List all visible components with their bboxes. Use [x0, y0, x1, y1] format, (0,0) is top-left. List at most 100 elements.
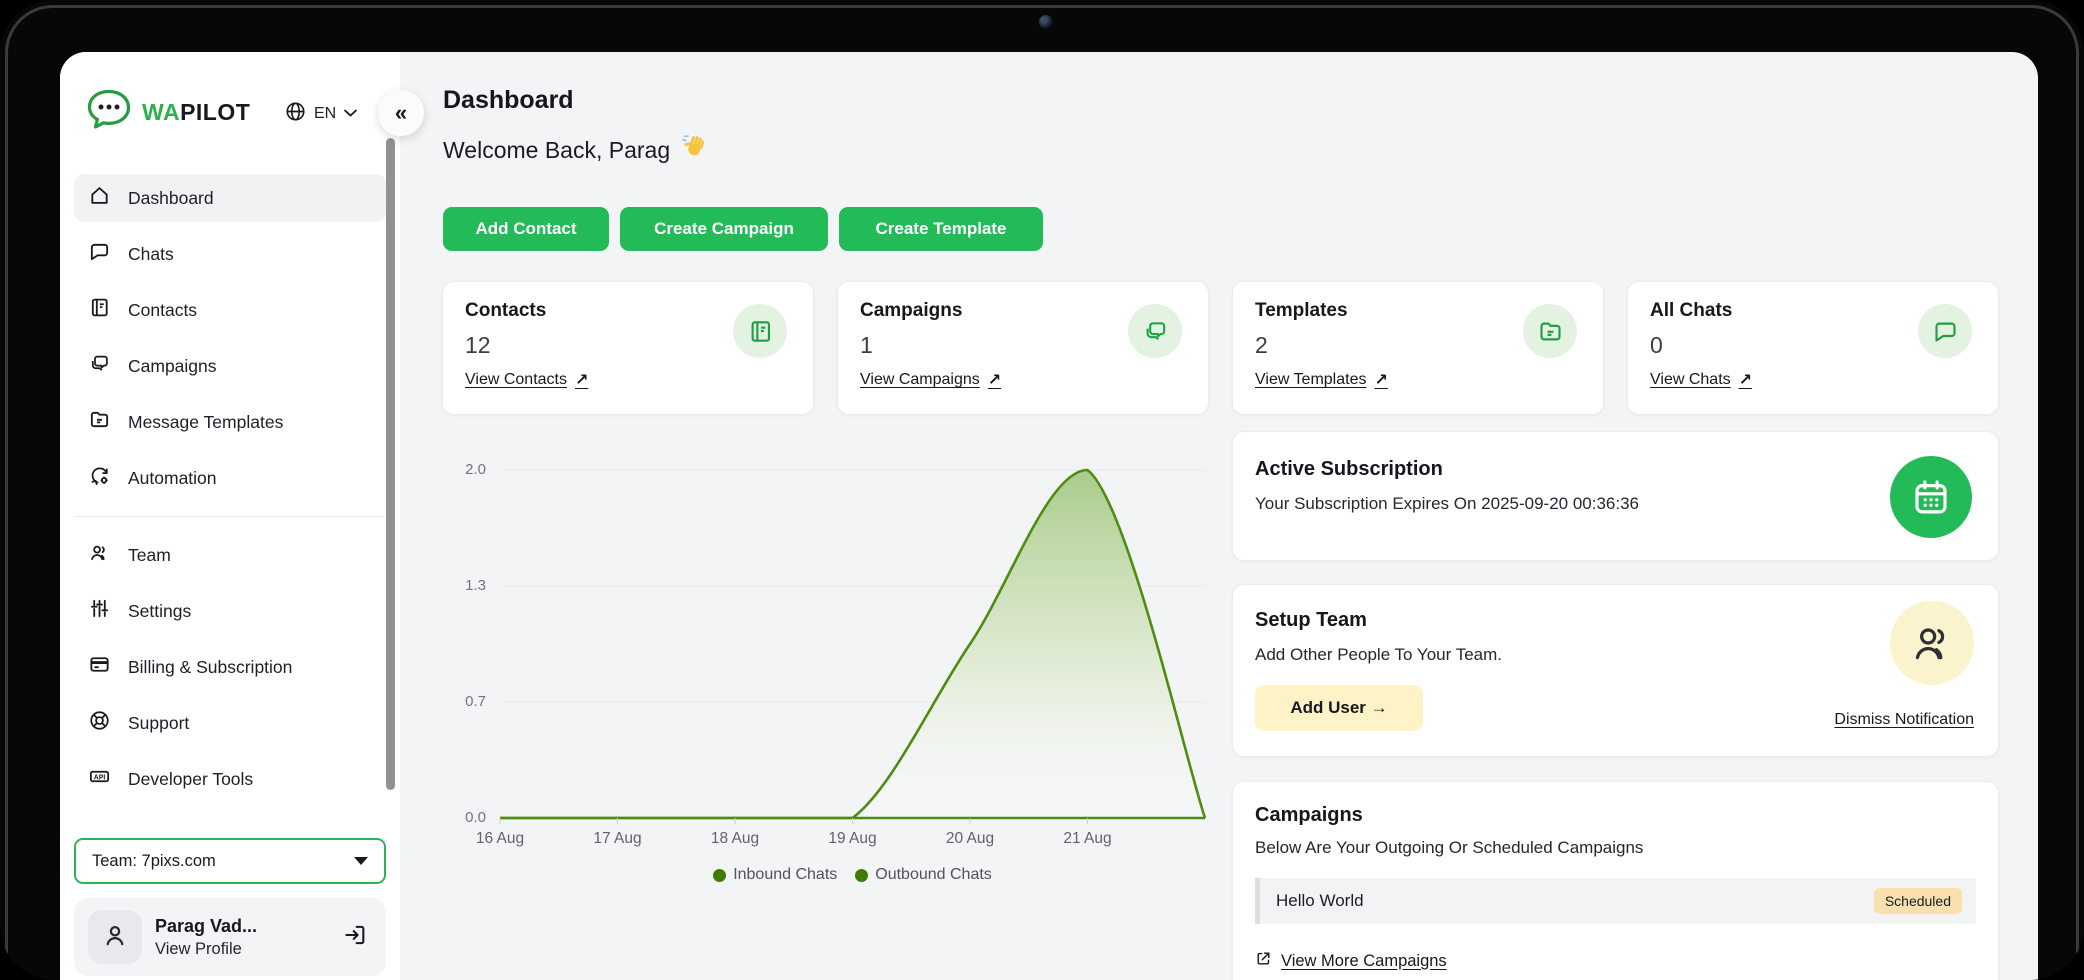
link-text: View Chats — [1650, 371, 1731, 389]
x-axis-label: 17 Aug — [570, 830, 666, 848]
sidebar: WAPILOT EN « — [60, 52, 400, 980]
brand-logo: WAPILOT — [84, 85, 250, 139]
create-template-button[interactable]: Create Template — [839, 207, 1043, 251]
x-axis-label: 21 Aug — [1040, 830, 1136, 848]
status-badge: Scheduled — [1874, 888, 1962, 914]
x-axis-label: 20 Aug — [922, 830, 1018, 848]
people-pair-icon — [1890, 601, 1974, 685]
sidebar-nav: Dashboard Chats Contacts — [74, 174, 386, 811]
welcome-text: Welcome Back, Parag — [443, 137, 670, 164]
sidebar-item-settings[interactable]: Settings — [74, 587, 386, 635]
arrow-ne-icon: ↗ — [988, 370, 1001, 390]
logout-icon[interactable] — [342, 922, 368, 953]
page-title: Dashboard — [443, 86, 574, 115]
legend-label: Outbound Chats — [875, 866, 992, 884]
stat-title: Contacts — [465, 300, 546, 322]
calendar-icon — [1890, 456, 1972, 538]
legend-item-inbound-chats[interactable]: Inbound Chats — [713, 866, 837, 884]
profile-name: Parag Vad... — [155, 916, 342, 937]
device-camera — [1039, 15, 1053, 29]
sidebar-collapse-button[interactable]: « — [378, 90, 424, 136]
dismiss-notification-link[interactable]: Dismiss Notification — [1834, 711, 1974, 729]
campaigns-title: Campaigns — [1255, 804, 1363, 827]
sidebar-item-automation[interactable]: Automation — [74, 454, 386, 502]
stat-card-contacts: Contacts 12 View Contacts↗ — [442, 281, 814, 415]
setup-team-panel: Setup Team Add Other People To Your Team… — [1232, 584, 1999, 757]
view-chats-link[interactable]: View Chats ↗ — [1650, 370, 1752, 390]
chat-bubble-dots-icon — [84, 87, 134, 138]
api-icon: API — [88, 765, 111, 793]
double-chat-icon — [88, 352, 111, 380]
sidebar-item-label: Automation — [128, 468, 217, 489]
y-axis-label: 2.0 — [436, 461, 486, 478]
campaign-row[interactable]: Hello World Scheduled — [1255, 878, 1976, 924]
person-icon — [100, 920, 130, 955]
stat-title: Templates — [1255, 300, 1348, 322]
arrow-ne-icon: ↗ — [1739, 370, 1752, 390]
sidebar-scrollbar[interactable] — [386, 138, 395, 790]
link-text: View Contacts — [465, 371, 567, 389]
welcome-message: Welcome Back, Parag — [443, 133, 708, 167]
contact-book-icon — [88, 296, 111, 324]
x-axis-label: 18 Aug — [687, 830, 783, 848]
sidebar-item-label: Chats — [128, 244, 174, 265]
sliders-icon — [88, 597, 111, 625]
stat-card-templates: Templates 2 View Templates↗ — [1232, 281, 1604, 415]
stat-title: All Chats — [1650, 300, 1732, 322]
team-select[interactable]: Team: 7pixs.com — [74, 838, 386, 884]
stat-value: 1 — [860, 332, 873, 359]
view-more-campaigns-link[interactable]: View More Campaigns — [1255, 950, 1447, 972]
profile-view-link[interactable]: View Profile — [155, 940, 342, 959]
create-campaign-button[interactable]: Create Campaign — [620, 207, 828, 251]
sidebar-item-developer-tools[interactable]: API Developer Tools — [74, 755, 386, 803]
svg-text:API: API — [94, 774, 106, 781]
subscription-subtitle: Your Subscription Expires On 2025-09-20 … — [1255, 494, 1639, 514]
brand-name: WAPILOT — [142, 99, 250, 126]
sidebar-item-label: Settings — [128, 601, 191, 622]
stat-value: 2 — [1255, 332, 1268, 359]
add-contact-button[interactable]: Add Contact — [443, 207, 609, 251]
sidebar-item-dashboard[interactable]: Dashboard — [74, 174, 386, 222]
language-selector[interactable]: EN — [284, 98, 358, 130]
campaigns-subtitle: Below Are Your Outgoing Or Scheduled Cam… — [1255, 838, 1643, 858]
sidebar-item-label: Message Templates — [128, 412, 283, 433]
language-code: EN — [314, 105, 336, 123]
sidebar-item-contacts[interactable]: Contacts — [74, 286, 386, 334]
profile-card[interactable]: Parag Vad... View Profile — [74, 898, 386, 976]
stat-card-campaigns: Campaigns 1 View Campaigns ↗ — [837, 281, 1209, 415]
arrow-right-icon: → — [1371, 698, 1388, 717]
device-frame: WAPILOT EN « — [0, 0, 2084, 980]
sidebar-item-support[interactable]: Support — [74, 699, 386, 747]
automation-gear-icon — [88, 464, 111, 492]
area-fill-inbound-chats — [500, 470, 1205, 818]
view-contacts-link[interactable]: View Contacts ↗ — [465, 370, 588, 390]
team-select-value: Team: 7pixs.com — [92, 852, 354, 871]
add-user-button[interactable]: Add User → — [1255, 685, 1423, 731]
sidebar-item-label: Campaigns — [128, 356, 217, 377]
team-icon — [88, 541, 111, 569]
sidebar-item-billing[interactable]: Billing & Subscription — [74, 643, 386, 691]
arrow-ne-icon: ↗ — [1374, 370, 1387, 390]
home-icon — [88, 184, 111, 212]
x-axis-label: 16 Aug — [452, 830, 548, 848]
legend-item-outbound-chats[interactable]: Outbound Chats — [855, 866, 992, 884]
campaign-name: Hello World — [1276, 891, 1874, 911]
stat-title: Campaigns — [860, 300, 962, 322]
link-text: View More Campaigns — [1281, 952, 1447, 971]
x-axis-label: 19 Aug — [805, 830, 901, 848]
sidebar-item-team[interactable]: Team — [74, 531, 386, 579]
legend-dot — [713, 869, 726, 882]
template-folder-icon — [88, 408, 111, 436]
sidebar-item-chats[interactable]: Chats — [74, 230, 386, 278]
sidebar-item-message-templates[interactable]: Message Templates — [74, 398, 386, 446]
add-user-label: Add User — [1290, 698, 1366, 717]
view-templates-link[interactable]: View Templates↗ — [1255, 370, 1388, 390]
stat-value: 0 — [1650, 332, 1663, 359]
arrow-ne-icon: ↗ — [575, 370, 588, 390]
link-text: View Campaigns — [860, 371, 980, 389]
sidebar-item-label: Contacts — [128, 300, 197, 321]
app-window: WAPILOT EN « — [60, 52, 2038, 980]
sidebar-item-campaigns[interactable]: Campaigns — [74, 342, 386, 390]
view-campaigns-link[interactable]: View Campaigns ↗ — [860, 370, 1001, 390]
subscription-title: Active Subscription — [1255, 458, 1443, 481]
